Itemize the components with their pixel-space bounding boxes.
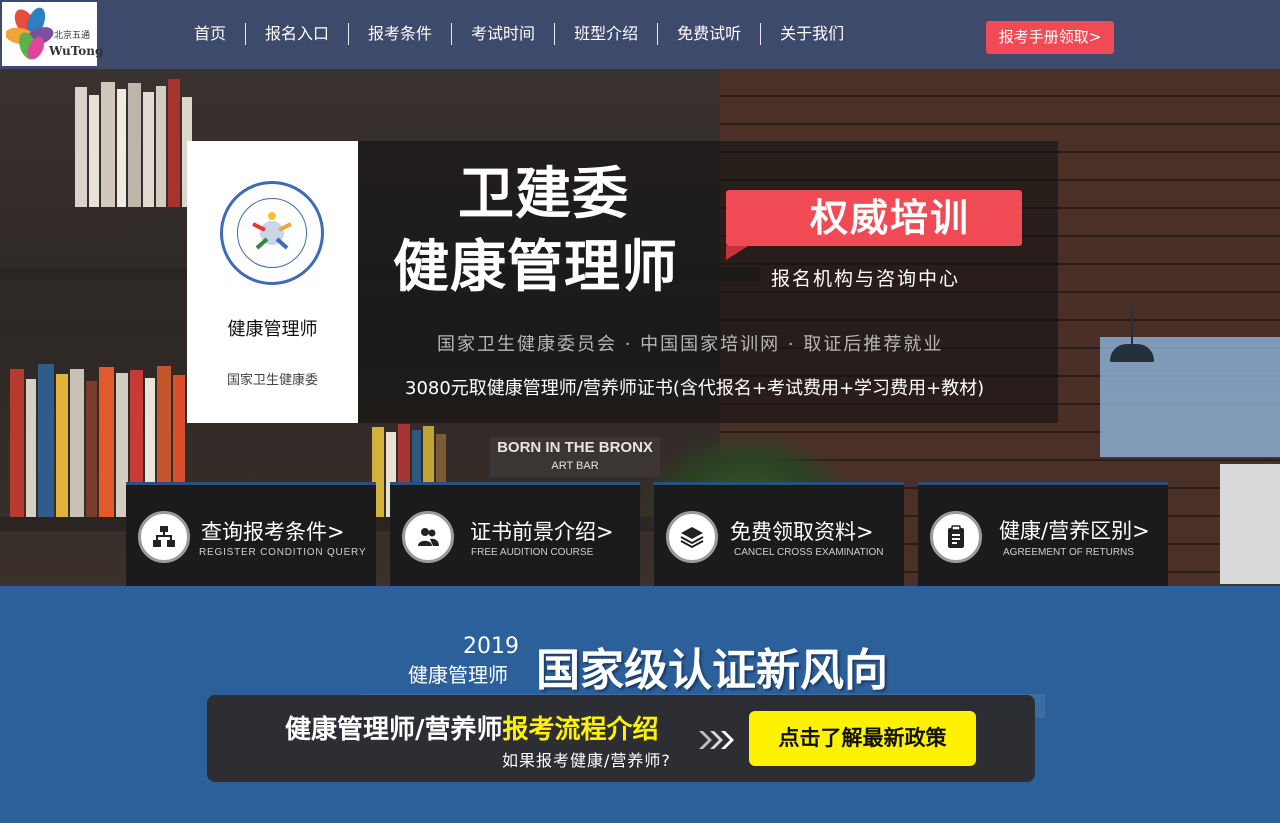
org-chart-icon (138, 511, 190, 563)
process-prefix: 健康管理师/营养师 (285, 715, 503, 745)
lamp-cord (1131, 309, 1133, 345)
nav-free-trial[interactable]: 免费试听 (658, 23, 762, 45)
wall-poster (1220, 464, 1280, 584)
hero-title-line1: 卫建委 (458, 162, 629, 227)
tile-title: 证书前景介绍> (470, 520, 614, 544)
tile-certificate-prospects[interactable]: 证书前景介绍> FREE AUDITION COURSE (390, 482, 640, 586)
tile-health-nutrition-difference[interactable]: 健康/营养区别> AGREEMENT OF RETURNS (918, 482, 1168, 586)
tile-title: 免费领取资料> (730, 520, 874, 544)
book-subtitle-text: ART BAR (551, 460, 599, 472)
nav-about-us[interactable]: 关于我们 (761, 23, 863, 45)
banner-headline: 国家级认证新风向 (536, 645, 888, 696)
card-subtitle: 国家卫生健康委 (226, 373, 318, 388)
banner-year: 2019 (463, 634, 519, 659)
main-nav: 首页 报名入口 报考条件 考试时间 班型介绍 免费试听 关于我们 (172, 22, 863, 46)
tile-title: 查询报考条件> (201, 520, 345, 544)
tile-query-conditions[interactable]: 查询报考条件> REGISTER CONDITION QUERY (126, 482, 376, 586)
wutong-logo[interactable]: 北京五通 WuTong (2, 2, 103, 66)
layers-icon (666, 511, 718, 563)
tile-subtitle: CANCEL CROSS EXAMINATION (734, 547, 884, 558)
clipboard-icon (930, 511, 982, 563)
ribbon-tail (726, 246, 748, 260)
process-highlight: 报考流程介绍 (502, 715, 659, 745)
certificate-card: 健康管理师 国家卫生健康委 (187, 141, 358, 423)
top-navigation-bar: 北京五通 WuTong 首页 报名入口 报考条件 考试时间 班型介绍 免费试听 … (0, 0, 1280, 69)
tile-title: 健康/营养区别> (999, 519, 1150, 543)
get-handbook-button[interactable]: 报考手册领取> (986, 21, 1114, 54)
process-bar: 健康管理师/营养师报考流程介绍 如果报考健康/营养师? 点击了解最新政策 (207, 695, 1035, 782)
tile-subtitle: AGREEMENT OF RETURNS (1003, 547, 1134, 558)
seal-figures-icon (252, 212, 292, 250)
banner-year-sub: 健康管理师 (408, 663, 508, 687)
bookshelf-top (75, 79, 194, 207)
users-icon (402, 511, 454, 563)
hero-features: 国家卫生健康委员会 · 中国国家培训网 · 取证后推荐就业 (437, 334, 944, 355)
nav-classes[interactable]: 班型介绍 (555, 23, 659, 45)
tile-subtitle: FREE AUDITION COURSE (471, 547, 594, 558)
tile-free-materials[interactable]: 免费领取资料> CANCEL CROSS EXAMINATION (654, 482, 904, 586)
authority-training-ribbon: 权威培训 (726, 190, 1022, 246)
organization-seal-icon (220, 181, 324, 285)
process-question: 如果报考健康/营养师? (502, 751, 671, 770)
nav-exam-time[interactable]: 考试时间 (452, 23, 556, 45)
process-title: 健康管理师/营养师报考流程介绍 (285, 709, 659, 746)
triple-chevron-right-icon (699, 731, 734, 749)
book-title-text: BORN IN THE BRONX (497, 439, 653, 456)
hero-title-line2: 健康管理师 (393, 235, 678, 300)
background-book-spine: BORN IN THE BRONX ART BAR (490, 437, 660, 477)
logo-chinese-text: 北京五通 (54, 31, 91, 41)
latest-policy-button[interactable]: 点击了解最新政策 (749, 711, 976, 766)
nav-registration[interactable]: 报名入口 (246, 23, 350, 45)
tile-subtitle: REGISTER CONDITION QUERY (199, 547, 367, 558)
hero-tagline: 报名机构与咨询中心 (771, 268, 961, 290)
pendant-lamp-icon (1110, 344, 1154, 362)
card-title: 健康管理师 (227, 319, 318, 340)
hero-price: 3080元取健康管理师/营养师证书(含代报名+考试费用+学习费用+教材) (405, 378, 985, 399)
logo-english-text: WuTong (49, 44, 104, 58)
nav-requirements[interactable]: 报考条件 (349, 23, 453, 45)
nav-home[interactable]: 首页 (172, 23, 247, 45)
